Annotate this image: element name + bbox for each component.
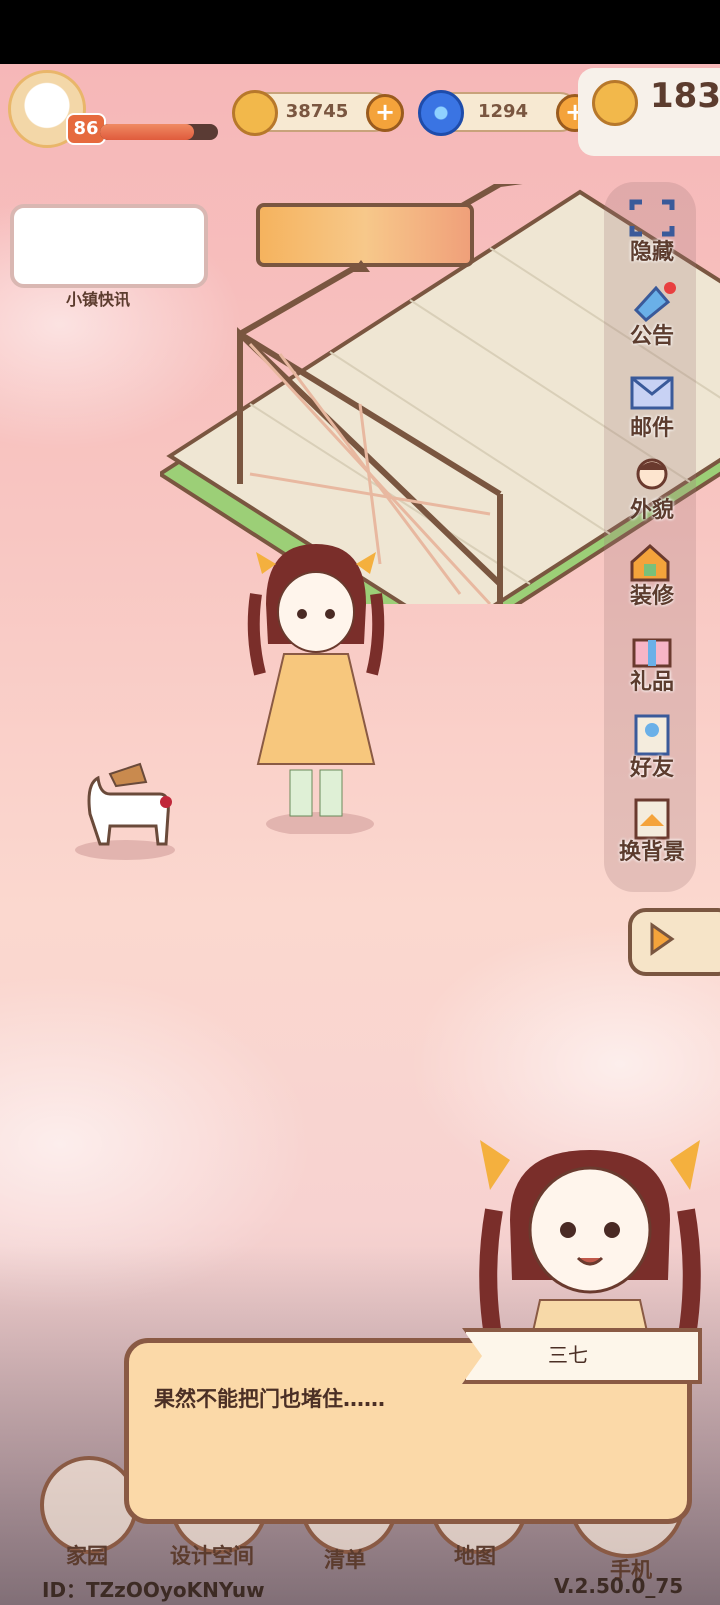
menu-item-change-background[interactable]: 换背景 [612,796,692,866]
menu-label: 好友 [629,756,674,781]
add-coins-button[interactable]: + [366,94,404,132]
xp-bar [100,124,218,140]
dialog-text: 果然不能把门也堵住…… [154,1387,385,1411]
player-id: ID：TZzOOyoKNYuw [42,1578,265,1602]
town-news-box[interactable] [10,204,208,288]
nav-design-space-label: 设计空间 [170,1544,254,1568]
menu-item-friends[interactable]: 好友 [612,712,692,782]
weather-pointer [352,260,370,272]
menu-label: 邮件 [629,416,674,441]
menu-item-gift[interactable]: 礼品 [612,626,692,696]
coin-amount: 38745 [285,101,349,122]
nav-checklist-label: 清单 [324,1548,366,1572]
play-icon [650,922,675,956]
gem-icon [418,90,464,136]
menu-item-hide[interactable]: 隐藏 [612,196,692,266]
menu-label: 公告 [629,324,674,349]
menu-label: 礼品 [629,670,674,695]
xp-bar-fill [100,124,195,140]
cat-pet[interactable] [70,754,180,864]
expand-menu-button[interactable] [628,908,720,976]
gem-amount: 1294 [477,101,529,122]
version-label: V.2.50.0_75 [554,1574,684,1598]
nav-home-label: 家园 [66,1544,108,1568]
menu-item-appearance[interactable]: 外貌 [612,454,692,524]
menu-label: 外貌 [629,498,674,523]
premium-coin-icon [592,80,638,126]
speaker-name: 三七 [548,1343,588,1367]
player-character[interactable] [236,534,396,834]
menu-label: 隐藏 [629,240,674,265]
menu-item-announcement[interactable]: 公告 [612,280,692,350]
premium-coin-amount: 1838 [650,76,720,116]
weather-widget[interactable] [256,203,474,267]
town-news-label: 小镇快讯 [66,290,131,309]
coin-icon [232,90,278,136]
menu-item-mail[interactable]: 邮件 [612,372,692,442]
menu-item-decorate[interactable]: 装修 [612,540,692,610]
nav-map-label: 地图 [454,1544,496,1568]
menu-label: 换背景 [618,840,685,865]
menu-label: 装修 [629,584,674,609]
